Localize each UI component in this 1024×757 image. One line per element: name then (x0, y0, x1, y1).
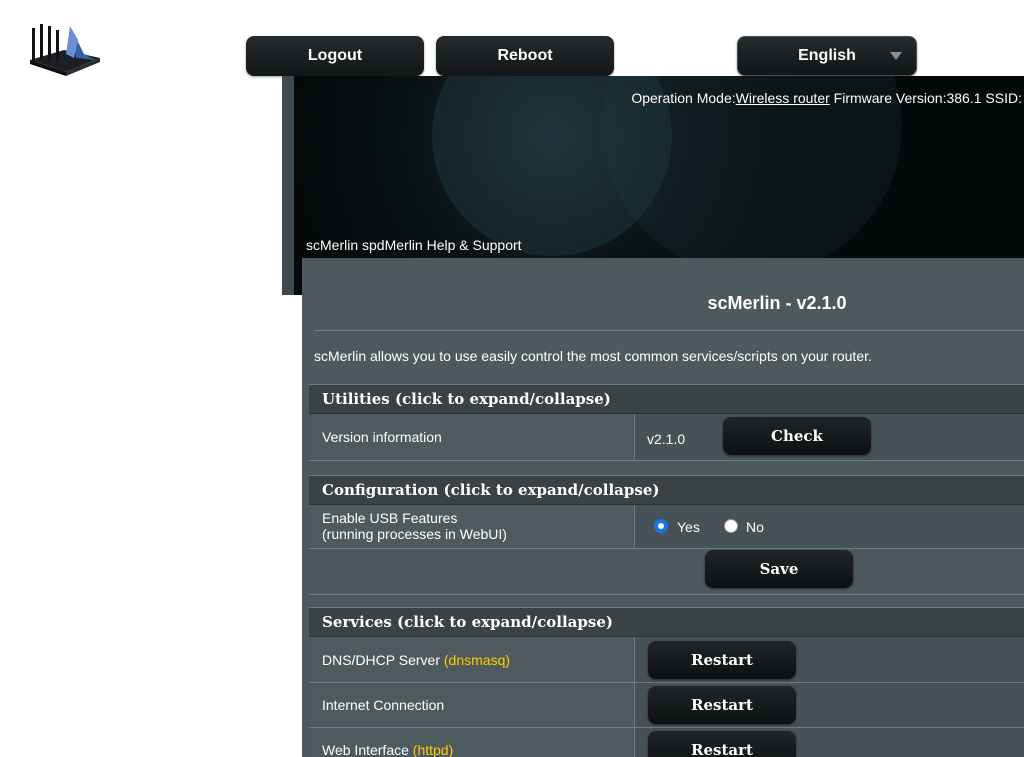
yes-label: Yes (677, 519, 700, 535)
service-action-cell: Restart (635, 728, 1024, 757)
version-row: Version information v2.1.0 Check (309, 414, 1024, 461)
banner-edge (282, 76, 294, 295)
usb-label: Enable USB Features (322, 510, 458, 526)
firmware-value: 386.1 (946, 90, 982, 106)
usb-note: (running processes in WebUI) (322, 526, 507, 542)
version-value: v2.1.0 (647, 431, 686, 447)
service-note: (dnsmasq) (443, 652, 511, 668)
services-heading: Services (click to expand/collapse) (322, 613, 613, 631)
router-icon (30, 24, 100, 76)
page-description: scMerlin allows you to use easily contro… (314, 348, 872, 364)
main-panel: scMerlin - v2.1.0 scMerlin allows you to… (302, 258, 1024, 757)
service-row: Internet Connection Restart (309, 683, 1024, 728)
op-mode-link[interactable]: Wireless router (736, 90, 830, 106)
menu-item-spdmerlin[interactable]: spdMerlin (362, 237, 423, 253)
services-section-header[interactable]: Services (click to expand/collapse) (309, 607, 1024, 637)
service-action-cell: Restart (635, 637, 1024, 682)
language-value: English (798, 47, 856, 64)
service-name: Web Interface (322, 742, 409, 757)
logout-button[interactable]: Logout (246, 36, 424, 76)
ssid-label: SSID: (985, 90, 1022, 106)
status-line: Operation Mode:Wireless router Firmware … (631, 90, 1022, 106)
service-row: Web Interface (httpd) Restart (309, 728, 1024, 757)
usb-label-cell: Enable USB Features (running processes i… (309, 505, 635, 548)
service-label-cell: Internet Connection (309, 683, 635, 727)
version-value-cell: v2.1.0 Check (635, 414, 1024, 460)
service-label-cell: Web Interface (httpd) (309, 728, 635, 757)
service-label-cell: DNS/DHCP Server (dnsmasq) (309, 637, 635, 682)
version-label-cell: Version information (309, 414, 635, 460)
dropdown-arrow-icon (890, 52, 902, 60)
version-label: Version information (322, 429, 442, 445)
router-logo (26, 20, 102, 80)
service-note: (httpd) (412, 742, 454, 757)
language-select[interactable]: English (737, 36, 917, 76)
no-label: No (746, 519, 764, 535)
service-action-cell: Restart (635, 683, 1024, 727)
usb-value-cell: Yes No (635, 505, 1024, 548)
service-label: Web Interface (httpd) (322, 742, 453, 757)
service-label: DNS/DHCP Server (dnsmasq) (322, 652, 510, 668)
reboot-button[interactable]: Reboot (436, 36, 614, 76)
page-title: scMerlin - v2.1.0 (707, 293, 847, 313)
menu-item-help-support[interactable]: Help & Support (427, 237, 522, 253)
utilities-heading: Utilities (click to expand/collapse) (322, 390, 611, 408)
check-button[interactable]: Check (723, 417, 871, 455)
divider (314, 330, 1024, 331)
service-name: Internet Connection (322, 697, 445, 713)
usb-row: Enable USB Features (running processes i… (309, 505, 1024, 549)
service-row: DNS/DHCP Server (dnsmasq) Restart (309, 637, 1024, 683)
service-label: Internet Connection (322, 697, 444, 713)
firmware-label: Firmware Version: (833, 90, 947, 106)
restart-internet-button[interactable]: Restart (648, 686, 796, 724)
menu-item-scmerlin[interactable]: scMerlin (306, 237, 358, 253)
restart-httpd-button[interactable]: Restart (648, 731, 796, 757)
banner-decoration (602, 76, 902, 276)
utilities-section-header[interactable]: Utilities (click to expand/collapse) (309, 384, 1024, 414)
restart-dnsmasq-button[interactable]: Restart (648, 641, 796, 679)
configuration-heading: Configuration (click to expand/collapse) (322, 481, 660, 499)
save-row: Save (309, 549, 1024, 595)
no-radio[interactable] (724, 519, 738, 533)
save-button[interactable]: Save (705, 550, 853, 588)
configuration-section-header[interactable]: Configuration (click to expand/collapse) (309, 475, 1024, 505)
op-mode-label: Operation Mode: (631, 90, 736, 106)
addon-menu: scMerlin spdMerlin Help & Support (306, 237, 522, 253)
yes-radio[interactable] (654, 519, 668, 533)
service-name: DNS/DHCP Server (322, 652, 440, 668)
